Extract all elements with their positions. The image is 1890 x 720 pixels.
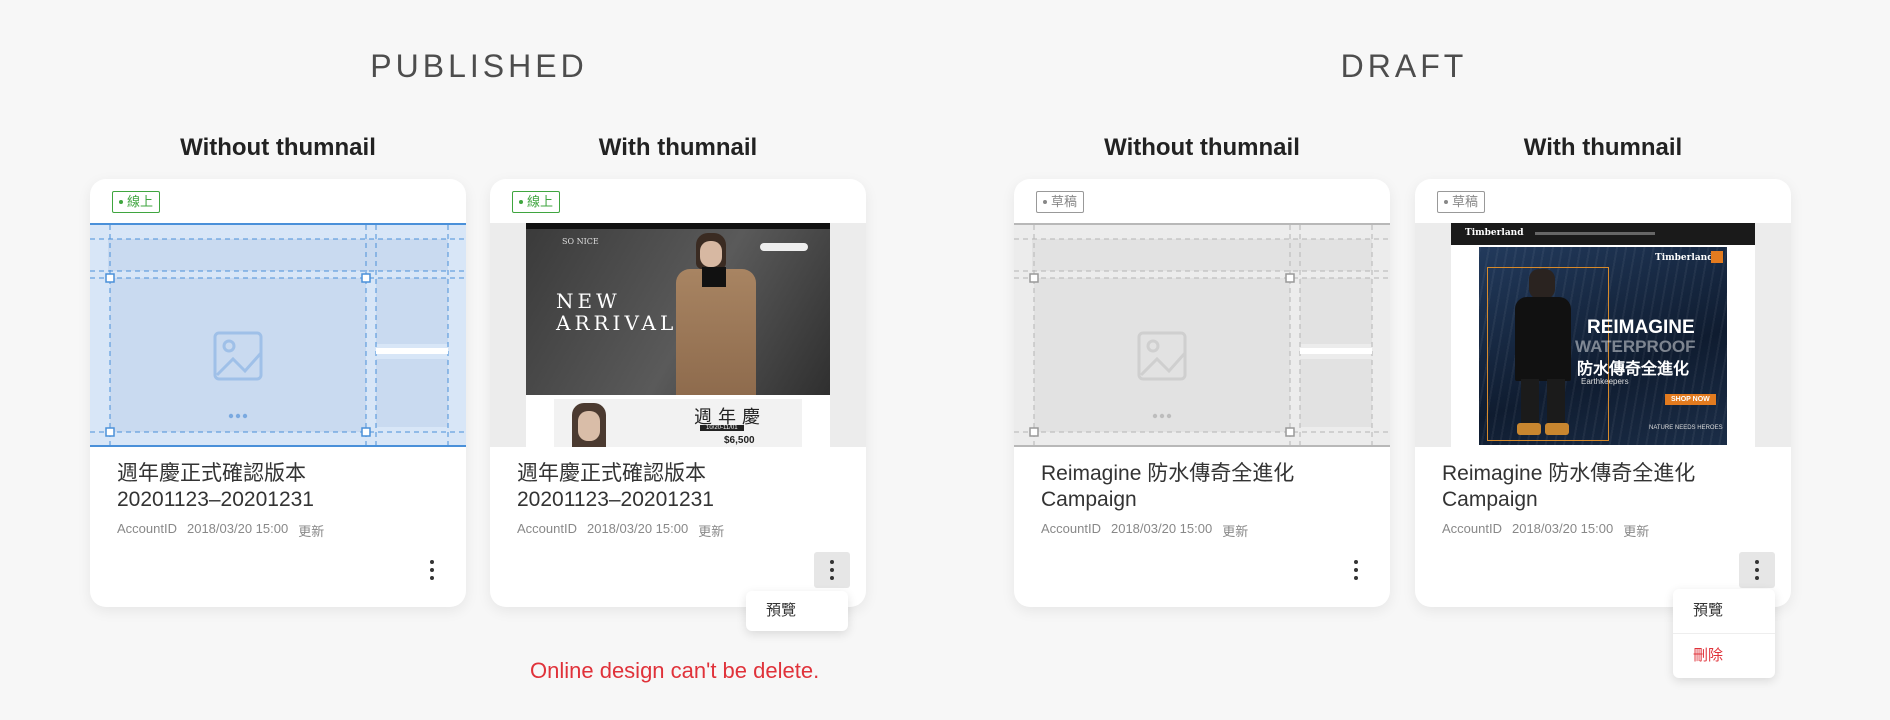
status-dot-icon [119,200,123,204]
thumb-tagline: NATURE NEEDS HEROES [1649,425,1723,431]
design-title: Reimagine 防水傳奇全進化 Campaign [1442,461,1772,513]
thumb-headline-chinese: 防水傳奇全進化 [1577,361,1690,378]
design-title: 週年慶正式確認版本 20201123–20201231 [517,461,847,513]
updated-date: 2018/03/20 15:00 [1511,521,1614,536]
updated-label: 更新 [698,524,725,539]
status-dot-icon [519,200,523,204]
column-title-published-with: With thumnail [598,134,758,161]
more-options-button[interactable] [1739,552,1775,588]
kebab-menu-icon [830,560,834,564]
draft-section-title: DRAFT [1340,48,1468,84]
column-title-published-without: Without thumnail [180,134,376,161]
card-options-menu-draft: 預覽 刪除 [1673,589,1775,678]
status-dot-icon [1043,200,1047,204]
design-title-line1: Reimagine 防水傳奇全進化 [1442,462,1696,485]
account-id: AccountID [1041,521,1101,536]
status-badge-label: 線上 [127,194,154,209]
design-title: Reimagine 防水傳奇全進化 Campaign [1041,461,1371,513]
menu-item-preview[interactable]: 預覽 [746,591,848,631]
updated-label: 更新 [298,524,325,539]
design-meta: AccountID 2018/03/20 15:00 更新 [517,521,724,540]
thumb-nav-brand: Timberland [1465,228,1524,238]
column-title-draft-with: With thumnail [1523,134,1683,161]
design-card-draft-no-thumb[interactable]: 草稿 Reimagine 防水傳奇全進化 Campaign AccountID … [1014,179,1390,607]
updated-date: 2018/03/20 15:00 [186,521,289,536]
status-badge-online: 線上 [512,191,561,213]
design-title-line1: 週年慶正式確認版本 [517,462,706,485]
design-title-line2: Campaign [1041,488,1137,511]
design-title: 週年慶正式確認版本 20201123–20201231 [117,461,447,513]
kebab-menu-icon [430,560,434,564]
account-id: AccountID [1442,521,1502,536]
layout-guides [90,225,466,445]
design-title-line2: 20201123–20201231 [517,488,714,511]
thumb-brand-text: SO NICE [562,237,599,246]
design-meta: AccountID 2018/03/20 15:00 更新 [1442,521,1649,540]
thumbnail-image: Timberland Timberland REIMAGINE WATERPRO… [1415,223,1791,447]
design-meta: AccountID 2018/03/20 15:00 更新 [117,521,324,540]
status-badge-draft: 草稿 [1036,191,1085,213]
design-title-line1: 週年慶正式確認版本 [117,462,306,485]
thumb-shop-now: SHOP NOW [1665,394,1716,405]
thumb-promo-price: $6,500 [724,435,755,446]
published-section-title: PUBLISHED [370,48,588,84]
design-meta: AccountID 2018/03/20 15:00 更新 [1041,521,1248,540]
more-options-button[interactable] [414,552,450,588]
thumb-headline-arrival: ARRIVAL [556,311,678,335]
kebab-menu-icon [1755,560,1759,564]
updated-label: 更新 [1623,524,1650,539]
design-card-published-thumb[interactable]: 線上 SO NICE NEW ARRIVAL 週年慶 10/20-11/01 $… [490,179,866,631]
more-options-button[interactable] [1338,552,1374,588]
thumbnail-image: SO NICE NEW ARRIVAL 週年慶 10/20-11/01 $6,5… [490,223,866,447]
updated-label: 更新 [1222,524,1249,539]
thumb-headline-new: NEW [556,289,621,313]
layout-guides [1014,225,1390,445]
thumb-sub-text: Earthkeepers [1581,377,1629,386]
menu-item-delete[interactable]: 刪除 [1673,634,1775,678]
kebab-menu-icon [1354,560,1358,564]
status-badge-label: 草稿 [1051,194,1078,209]
menu-item-preview[interactable]: 預覽 [1673,589,1775,633]
thumb-brand-logo: Timberland [1655,253,1714,263]
design-card-draft-thumb[interactable]: 草稿 Timberland Timberland REIMAGINE WATER… [1415,179,1791,678]
delete-warning-text: Online design can't be delete. [530,658,820,683]
thumb-promo-date: 10/20-11/01 [700,425,744,431]
status-badge-label: 草稿 [1452,194,1479,209]
design-title-line1: Reimagine 防水傳奇全進化 [1041,462,1295,485]
account-id: AccountID [117,521,177,536]
account-id: AccountID [517,521,577,536]
status-badge-draft: 草稿 [1437,191,1486,213]
more-options-button[interactable] [814,552,850,588]
thumb-headline-waterproof: WATERPROOF [1575,337,1696,356]
thumbnail-placeholder [1014,223,1390,447]
updated-date: 2018/03/20 15:00 [1110,521,1213,536]
design-title-line2: Campaign [1442,488,1538,511]
design-title-line2: 20201123–20201231 [117,488,314,511]
status-badge-online: 線上 [112,191,161,213]
status-badge-label: 線上 [527,194,554,209]
thumb-headline-reimagine: REIMAGINE [1587,317,1695,338]
thumbnail-placeholder [90,223,466,447]
design-card-published-no-thumb[interactable]: 線上 週年慶正式確認版本 20201123–20201231 AccountID… [90,179,466,607]
card-options-menu-published: 預覽 [746,591,848,631]
updated-date: 2018/03/20 15:00 [586,521,689,536]
column-title-draft-without: Without thumnail [1104,134,1300,161]
status-dot-icon [1444,200,1448,204]
